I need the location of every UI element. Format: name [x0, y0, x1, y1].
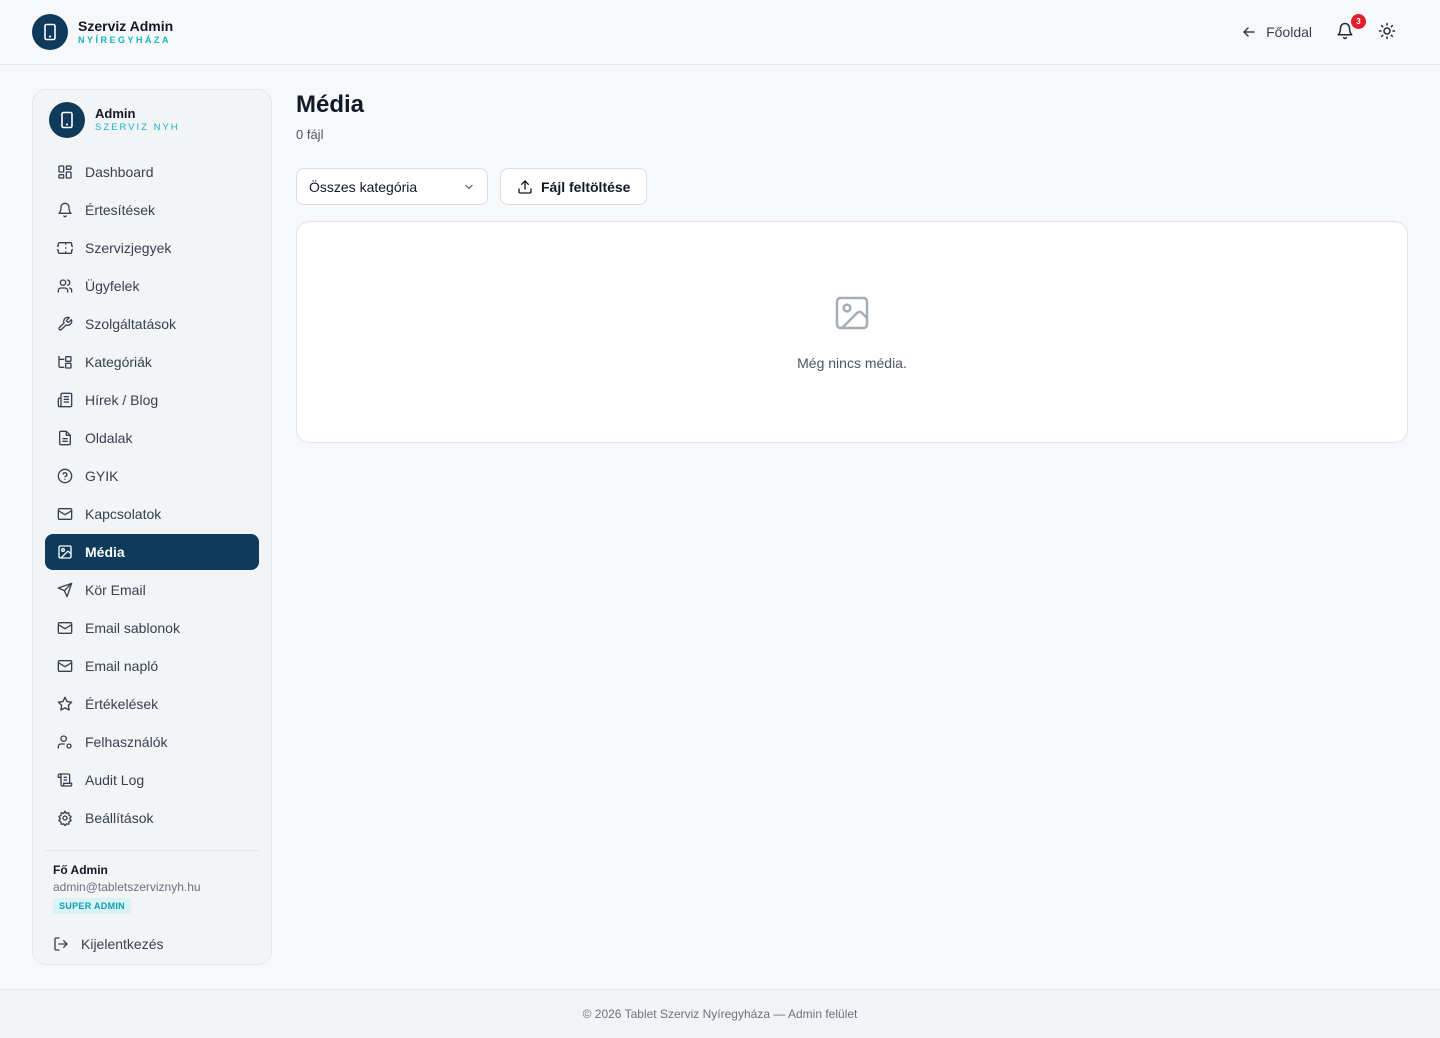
dashboard-icon [58, 165, 72, 179]
sidebar-item-label: Kör Email [85, 582, 146, 598]
sidebar-item-media[interactable]: Média [45, 534, 259, 570]
logout-label: Kijelentkezés [81, 936, 164, 952]
help-icon [57, 468, 73, 484]
settings-icon [58, 810, 72, 826]
sidebar-item-label: Hírek / Blog [85, 392, 159, 408]
sidebar-item-email-log[interactable]: Email napló [45, 648, 259, 684]
sidebar-item-audit-log[interactable]: Audit Log [45, 762, 259, 798]
image-placeholder-icon [835, 296, 869, 330]
file-count: 0 fájl [296, 127, 324, 142]
theme-toggle-button[interactable] [1378, 22, 1398, 42]
users-icon [57, 279, 73, 293]
sidebar-brand-title: Admin [95, 106, 136, 122]
sidebar-item-label: Ügyfelek [85, 278, 140, 294]
sun-icon [1378, 22, 1396, 40]
sidebar-item-dashboard[interactable]: Dashboard [45, 154, 259, 190]
sidebar-item-contacts[interactable]: Kapcsolatok [45, 496, 259, 532]
sidebar-item-label: Értesítések [85, 202, 156, 218]
sidebar-divider [45, 850, 259, 851]
wrench-icon [58, 316, 73, 331]
star-icon [57, 696, 73, 711]
mail-icon [57, 660, 73, 672]
sidebar-item-label: Email napló [85, 658, 159, 674]
sidebar-item-services[interactable]: Szolgáltatások [45, 306, 259, 342]
sidebar-item-pages[interactable]: Oldalak [45, 420, 259, 456]
header-brand-subtitle: NYÍREGYHÁZA [78, 35, 172, 45]
ticket-icon [57, 242, 73, 254]
tablet-icon [49, 102, 85, 138]
role-badge: SUPER ADMIN [53, 898, 131, 914]
top-header: Szerviz Admin NYÍREGYHÁZA Főoldal 3 [0, 0, 1440, 65]
sidebar-item-reviews[interactable]: Értékelések [45, 686, 259, 722]
newspaper-icon [57, 392, 73, 408]
sidebar-item-label: Oldalak [85, 430, 133, 446]
header-brand[interactable]: Szerviz Admin NYÍREGYHÁZA [32, 14, 173, 50]
mail-icon [57, 622, 73, 634]
chevron-down-icon [465, 184, 473, 189]
tree-icon [58, 356, 72, 369]
send-icon [57, 582, 73, 598]
scroll-icon [57, 773, 73, 787]
file-icon [59, 430, 71, 446]
sidebar-item-label: Felhasználók [85, 734, 168, 750]
user-cog-icon [57, 735, 72, 749]
notification-count-badge: 3 [1351, 14, 1366, 29]
sidebar-item-label: Beállítások [85, 810, 154, 826]
sidebar-item-customers[interactable]: Ügyfelek [45, 268, 259, 304]
main-content: Média 0 fájl Összes kategória Fájl feltö… [296, 89, 1408, 443]
sidebar-item-news-blog[interactable]: Hírek / Blog [45, 382, 259, 418]
user-email: admin@tabletszerviznyh.hu [53, 880, 201, 894]
sidebar-item-label: Média [85, 544, 125, 560]
home-link[interactable]: Főoldal [1242, 24, 1312, 40]
tablet-icon [32, 14, 68, 50]
header-brand-title: Szerviz Admin [78, 18, 174, 34]
sidebar-item-label: Email sablonok [85, 620, 180, 636]
user-name: Fő Admin [53, 863, 108, 877]
sidebar-item-service-tickets[interactable]: Szervizjegyek [45, 230, 259, 266]
upload-file-button[interactable]: Fájl feltöltése [500, 168, 648, 205]
category-select-value: Összes kategória [309, 178, 418, 195]
sidebar-item-categories[interactable]: Kategóriák [45, 344, 259, 380]
sidebar-item-label: Audit Log [85, 772, 145, 788]
sidebar-item-label: Szervizjegyek [85, 240, 172, 256]
sidebar-brand-subtitle: SZERVIZ NYH [95, 122, 180, 134]
page-title: Média [296, 91, 365, 118]
sidebar-item-label: Kapcsolatok [85, 506, 162, 522]
page-footer: © 2026 Tablet Szerviz Nyíregyháza — Admi… [0, 989, 1440, 1038]
sidebar-item-settings[interactable]: Beállítások [45, 800, 259, 836]
bell-icon [58, 202, 72, 218]
sidebar-item-notifications[interactable]: Értesítések [45, 192, 259, 228]
media-toolbar: Összes kategória Fájl feltöltése [296, 168, 1408, 205]
sidebar-brand: Admin SZERVIZ NYH [45, 102, 259, 138]
sidebar-item-bulk-email[interactable]: Kör Email [45, 572, 259, 608]
notifications-button[interactable]: 3 [1336, 14, 1366, 42]
sidebar-item-label: Dashboard [85, 164, 154, 180]
empty-state-text: Még nincs média. [797, 355, 907, 371]
sidebar-item-label: Szolgáltatások [85, 316, 177, 332]
sidebar-item-users[interactable]: Felhasználók [45, 724, 259, 760]
sidebar-item-label: Értékelések [85, 696, 159, 712]
sidebar: Admin SZERVIZ NYH Dashboard Értesítések … [32, 89, 272, 965]
sidebar-item-faq[interactable]: GYIK [45, 458, 259, 494]
logout-button[interactable]: Kijelentkezés [45, 926, 259, 962]
upload-icon [518, 179, 532, 194]
logout-icon [54, 937, 68, 951]
sidebar-item-email-templates[interactable]: Email sablonok [45, 610, 259, 646]
upload-file-label: Fájl feltöltése [541, 178, 631, 195]
category-select[interactable]: Összes kategória [296, 168, 488, 205]
home-link-label: Főoldal [1266, 24, 1312, 40]
arrow-left-icon [1243, 27, 1255, 37]
sidebar-item-label: GYIK [85, 468, 119, 484]
media-empty-state: Még nincs média. [296, 221, 1408, 443]
image-icon [58, 545, 72, 559]
footer-text: © 2026 Tablet Szerviz Nyíregyháza — Admi… [582, 1007, 858, 1021]
sidebar-item-label: Kategóriák [85, 354, 152, 370]
sidebar-nav: Dashboard Értesítések Szervizjegyek Ügyf… [45, 154, 259, 836]
mail-icon [57, 508, 73, 520]
current-user-panel: Fő Admin admin@tabletszerviznyh.hu SUPER… [45, 863, 259, 914]
